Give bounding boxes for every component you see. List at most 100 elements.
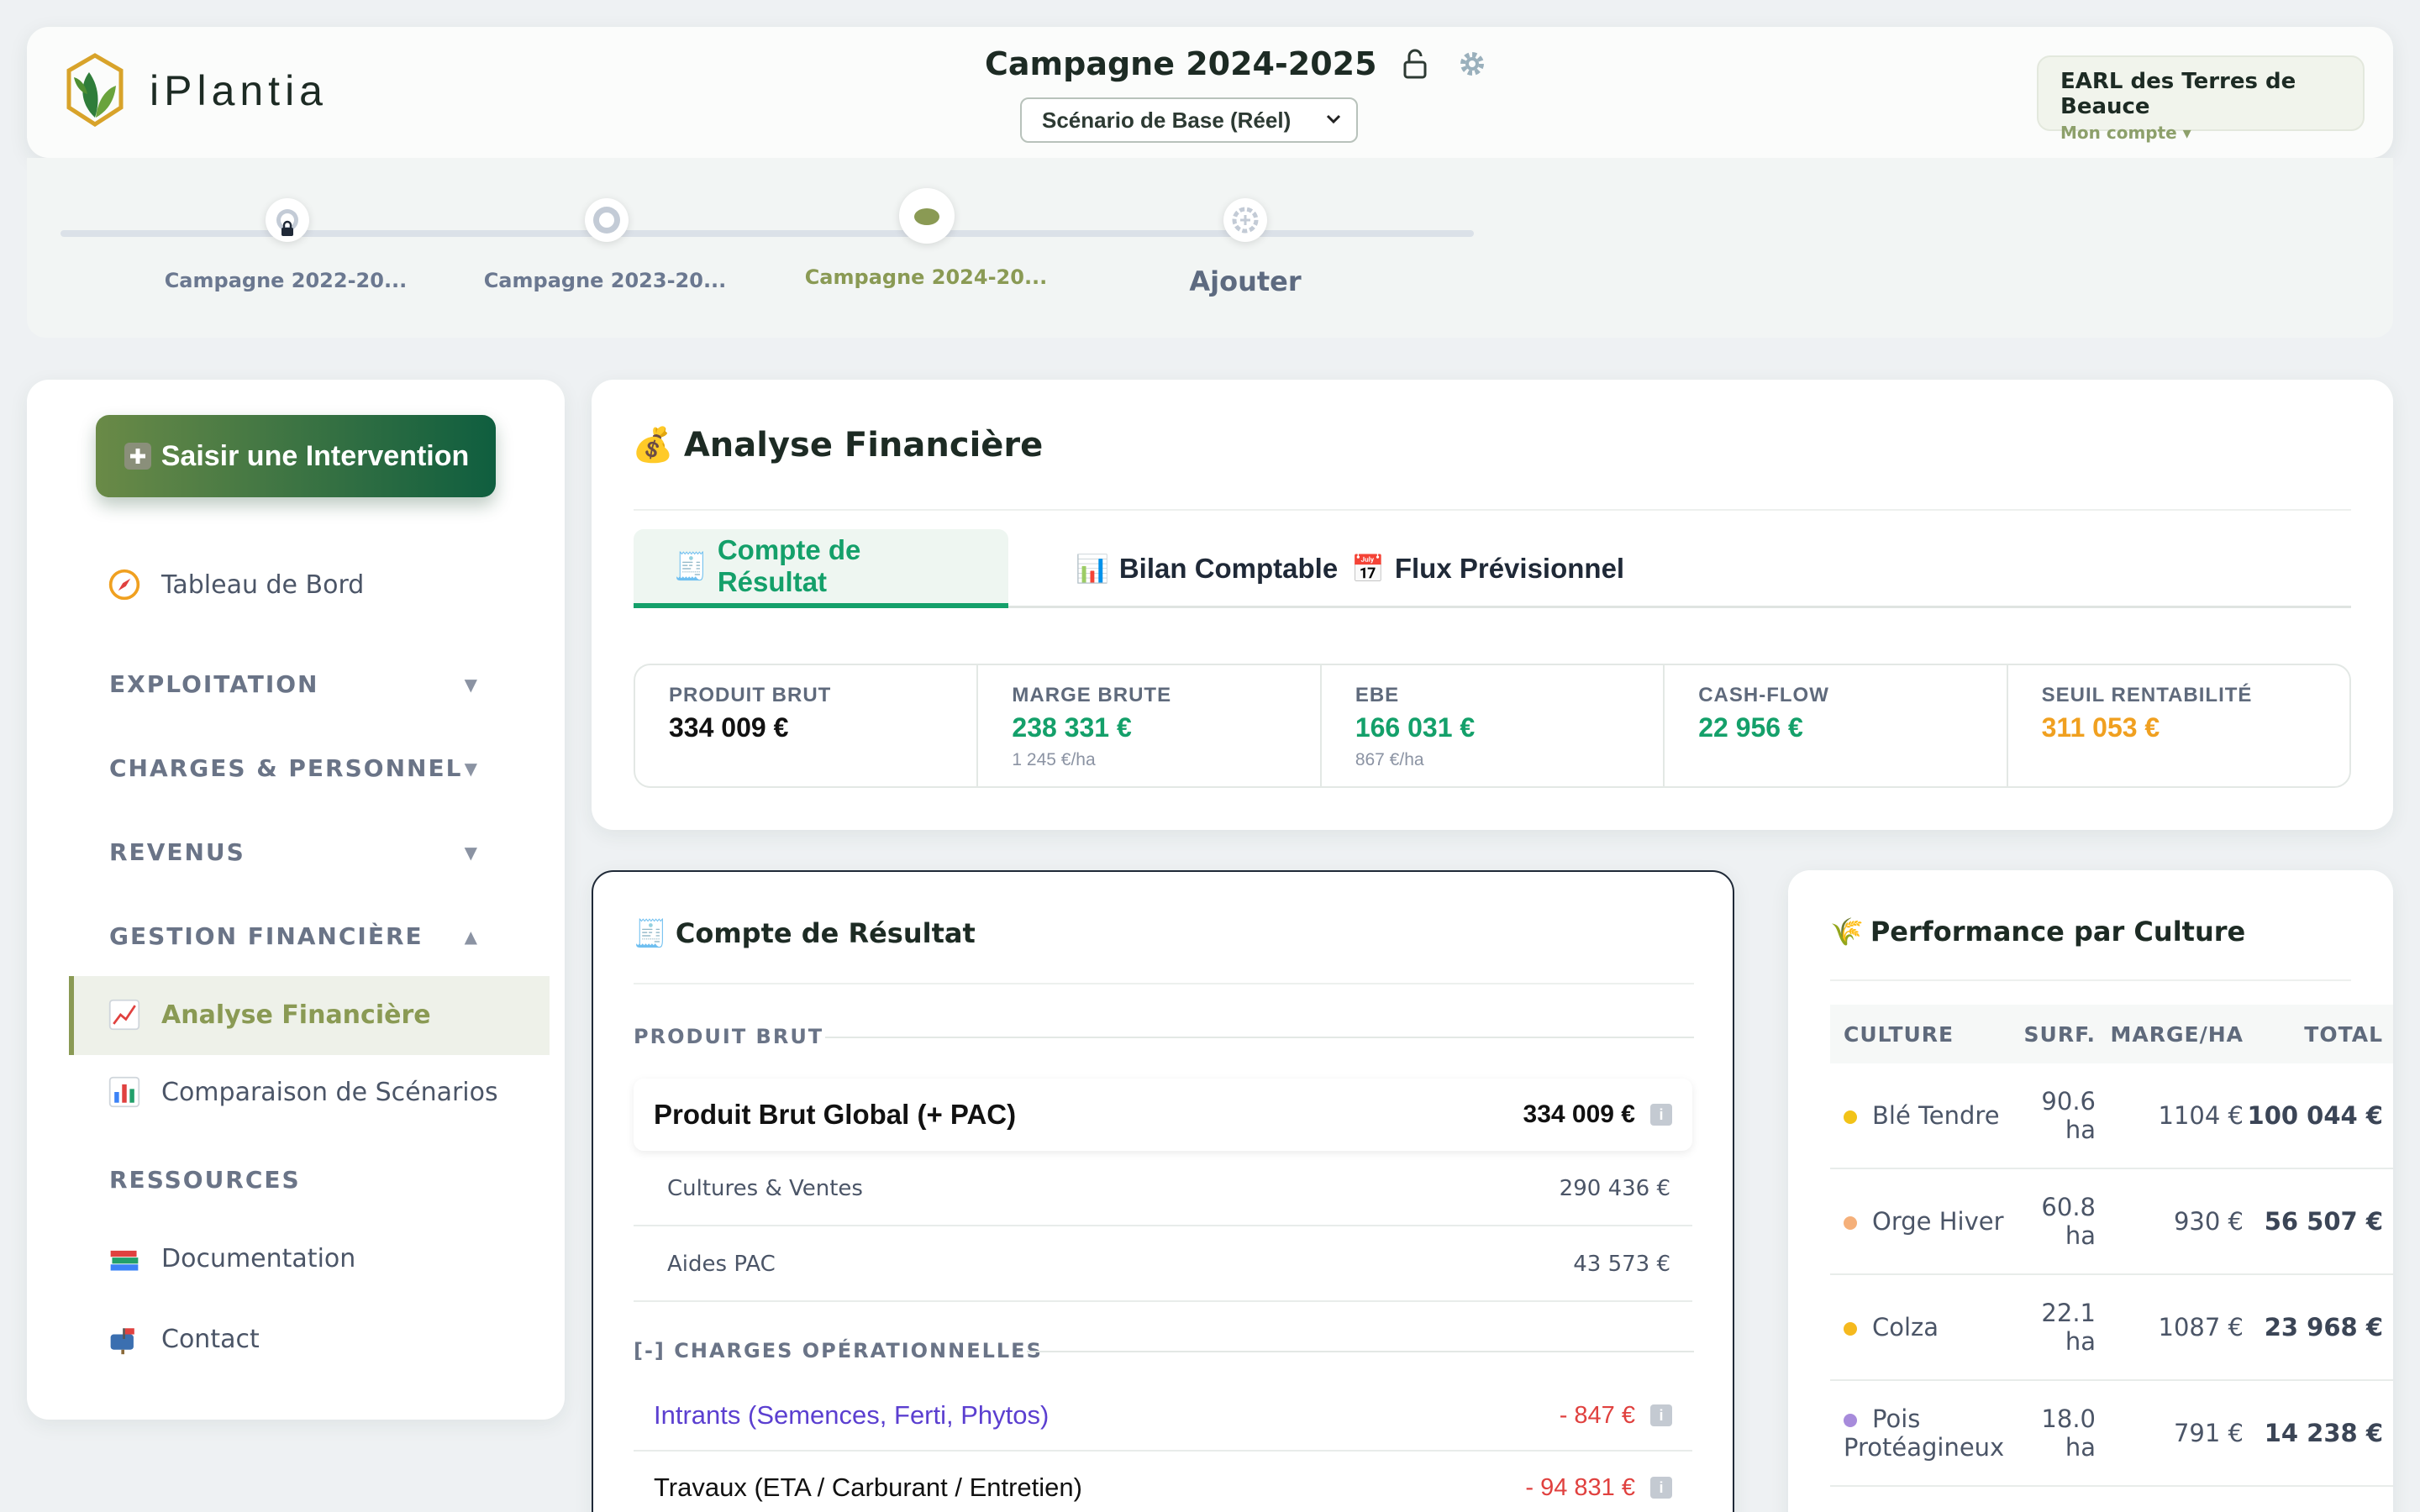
tab-flux-previsionnel[interactable]: 📅 Flux Prévisionnel	[1311, 529, 1665, 608]
table-row[interactable]: Orge Hiver 60.8 ha 930 € 56 507 €	[1830, 1169, 2393, 1275]
row-value-text: 334 009 €	[1523, 1100, 1635, 1128]
timeline-label-2022[interactable]: Campagne 2022-20...	[165, 269, 408, 292]
add-intervention-button[interactable]: Saisir une Intervention	[96, 415, 496, 497]
row-value: - 847 € i	[1560, 1402, 1672, 1430]
tab-label: Flux Prévisionnel	[1394, 553, 1625, 584]
sidebar-item-label: Documentation	[161, 1243, 356, 1273]
add-intervention-label: Saisir une Intervention	[160, 439, 470, 472]
books-icon	[106, 1240, 143, 1277]
tab-label: Bilan Comptable	[1118, 553, 1339, 584]
table-row[interactable]: Colza 22.1 ha 1087 € 23 968 €	[1830, 1275, 2393, 1381]
row-label[interactable]: Intrants (Semences, Ferti, Phytos)	[654, 1400, 1049, 1431]
sidebar-item-comparaison[interactable]: Comparaison de Scénarios	[106, 1074, 498, 1110]
section-label: REVENUS	[109, 838, 245, 866]
dot-icon	[1844, 1414, 1857, 1427]
dot-icon	[1844, 1322, 1857, 1336]
account-menu[interactable]: EARL des Terres de Beauce Mon compte ▾	[2037, 55, 2365, 143]
cell-marge: 930 €	[2173, 1207, 2244, 1236]
scenario-select[interactable]: Scénario de Base (Réel)	[1020, 97, 1358, 143]
kpi-produit-brut: PRODUIT BRUT 334 009 €	[635, 665, 979, 786]
campaign-timeline: Campagne 2022-20... Campagne 2023-20... …	[27, 158, 2393, 338]
info-icon[interactable]: i	[1650, 1477, 1672, 1499]
cell-total: 56 507 €	[2264, 1207, 2383, 1236]
row-label: Produit Brut Global (+ PAC)	[654, 1099, 1017, 1130]
compass-icon	[106, 566, 143, 603]
money-bag-icon: 💰	[632, 426, 674, 465]
app-name: iPlantia	[150, 67, 328, 114]
bar-chart-icon	[106, 1074, 143, 1110]
kpi-strip: PRODUIT BRUT 334 009 € MARGE BRUTE 238 3…	[634, 664, 2351, 788]
account-link[interactable]: Mon compte ▾	[2060, 123, 2341, 143]
kpi-label: EBE	[1355, 684, 1400, 706]
timeline-label-2024[interactable]: Campagne 2024-20...	[805, 265, 1048, 289]
tab-compte-resultat[interactable]: 🧾 Compte de Résultat	[634, 529, 1008, 608]
table-row[interactable]: Blé Tendre 90.6 ha 1104 € 100 044 €	[1830, 1063, 2393, 1169]
kpi-label: CASH-FLOW	[1698, 684, 1829, 706]
performance-title: 🌾 Performance par Culture	[1830, 916, 2245, 948]
page-title-text: Analyse Financière	[683, 425, 1044, 465]
sidebar-item-dashboard[interactable]: Tableau de Bord	[106, 566, 364, 603]
section-produit-brut: PRODUIT BRUT	[634, 1025, 824, 1048]
timeline-node-2023[interactable]	[585, 198, 629, 242]
timeline-node-2022[interactable]	[266, 198, 309, 242]
income-statement-title: 🧾 Compte de Résultat	[634, 917, 976, 949]
info-icon[interactable]: i	[1650, 1404, 1672, 1426]
column-header[interactable]: TOTAL	[2244, 1022, 2383, 1047]
gear-icon[interactable]	[1458, 50, 1486, 78]
unlock-icon[interactable]	[1401, 48, 1429, 80]
cell-marge: 1104 €	[2158, 1101, 2244, 1130]
table-header: CULTURE SURF. MARGE/HA TOTAL	[1830, 1005, 2393, 1063]
row-value: 290 436 €	[1559, 1176, 1670, 1201]
divider	[634, 509, 2351, 511]
sidebar-section-exploitation[interactable]: EXPLOITATION ▼	[109, 670, 479, 698]
tab-label: Compte de Résultat	[717, 534, 861, 597]
account-name: EARL des Terres de Beauce	[2060, 69, 2296, 119]
wheat-icon: 🌾	[1830, 916, 1864, 948]
lock-icon	[281, 220, 293, 236]
row-produit-brut-global[interactable]: Produit Brut Global (+ PAC) 334 009 € i	[634, 1079, 1692, 1151]
row-intrants[interactable]: Intrants (Semences, Ferti, Phytos) - 847…	[634, 1381, 1692, 1452]
table-row[interactable]: Pois Protéagineux 18.0 ha 791 € 14 238 €	[1830, 1381, 2393, 1487]
section-label: GESTION FINANCIÈRE	[109, 922, 424, 950]
kpi-ebe: EBE 166 031 € 867 €/ha	[1322, 665, 1665, 786]
section-label: EXPLOITATION	[109, 670, 319, 698]
sidebar-item-label: Comparaison de Scénarios	[161, 1077, 498, 1107]
sidebar-section-gestion[interactable]: GESTION FINANCIÈRE ▲	[109, 922, 479, 950]
timeline-node-2024-active[interactable]	[899, 188, 955, 244]
column-header[interactable]: CULTURE	[1830, 1022, 2015, 1047]
cell-total: 14 238 €	[2264, 1419, 2383, 1447]
scenario-selected-value: Scénario de Base (Réel)	[1042, 107, 1292, 133]
receipt-icon: 🧾	[634, 917, 667, 949]
row-label: Cultures & Ventes	[667, 1176, 863, 1201]
cell-culture: Orge Hiver	[1872, 1207, 2004, 1236]
kpi-seuil-rentabilite: SEUIL RENTABILITÉ 311 053 €	[2008, 665, 2349, 786]
chevron-up-icon: ▲	[464, 926, 479, 947]
info-icon[interactable]: i	[1650, 1104, 1672, 1126]
timeline-node-add[interactable]	[1223, 198, 1267, 242]
cell-culture: Colza	[1872, 1313, 1939, 1341]
sidebar-item-documentation[interactable]: Documentation	[106, 1240, 355, 1277]
chevron-down-icon: ▼	[464, 842, 479, 863]
row-travaux[interactable]: Travaux (ETA / Carburant / Entretien) - …	[634, 1453, 1692, 1512]
column-header[interactable]: SURF.	[2015, 1022, 2096, 1047]
logo[interactable]: iPlantia	[64, 52, 328, 129]
sidebar-item-analyse-financiere[interactable]: Analyse Financière	[106, 996, 431, 1033]
sidebar-item-label: Tableau de Bord	[161, 570, 365, 600]
sidebar-section-charges[interactable]: CHARGES & PERSONNEL ▼	[109, 754, 479, 782]
cell-marge: 791 €	[2173, 1419, 2244, 1447]
kpi-label: MARGE BRUTE	[1012, 684, 1172, 706]
kpi-label: PRODUIT BRUT	[669, 684, 832, 706]
dot-icon	[1844, 1110, 1857, 1124]
plus-icon	[124, 443, 151, 470]
timeline-label-2023[interactable]: Campagne 2023-20...	[484, 269, 727, 292]
add-campaign-label[interactable]: Ajouter	[1189, 265, 1301, 297]
campaign-title: Campagne 2024-2025	[985, 45, 1486, 82]
performance-table: CULTURE SURF. MARGE/HA TOTAL Blé Tendre …	[1830, 1005, 2393, 1487]
sidebar-item-contact[interactable]: Contact	[106, 1320, 260, 1357]
section-charges-operationnelles[interactable]: [-] CHARGES OPÉRATIONNELLES	[634, 1339, 1043, 1362]
section-rule	[825, 1037, 1694, 1038]
cell-surface: 18.0 ha	[2041, 1404, 2096, 1462]
column-header[interactable]: MARGE/HA	[2096, 1022, 2244, 1047]
cell-surface: 60.8 ha	[2041, 1193, 2096, 1250]
sidebar-section-revenus[interactable]: REVENUS ▼	[109, 838, 479, 866]
